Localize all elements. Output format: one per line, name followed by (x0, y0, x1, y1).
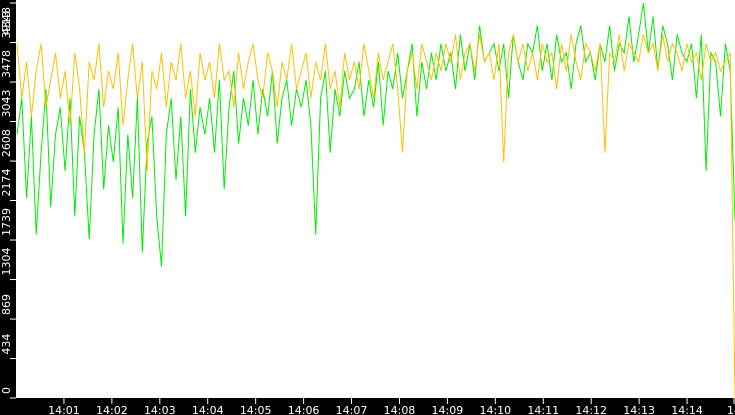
y-tick-label: 434 (0, 334, 13, 355)
x-tick-label: 14:06 (288, 404, 320, 415)
y-tick-label: 1739 (0, 208, 13, 236)
chart: 043486913041739217426083043347839134348 … (0, 0, 735, 415)
y-axis: 043486913041739217426083043347839134348 (0, 2, 16, 399)
x-tick-label: 14:09 (432, 404, 464, 415)
x-tick-label: 14:12 (575, 404, 607, 415)
x-axis: 14:01 14:02 14:03 14:04 14:05 14:06 14:07 14:08… (48, 398, 735, 415)
y-tick-label: 1304 (0, 248, 13, 276)
x-tick-label: 14:03 (144, 404, 176, 415)
x-tick-label: 14:08 (384, 404, 416, 415)
y-tick-label: 3043 (0, 90, 13, 118)
x-tick-label: 14 (727, 404, 735, 415)
y-tick-label: 2608 (0, 129, 13, 157)
x-tick-label: 14:14 (671, 404, 703, 415)
y-tick-label: 0 (0, 387, 13, 394)
x-tick-label: 14:10 (479, 404, 511, 415)
x-tick-label: 14:01 (48, 404, 80, 415)
x-tick-label: 14:04 (192, 404, 224, 415)
x-tick-label: 14:05 (240, 404, 272, 415)
x-tick-label: 14:11 (527, 404, 559, 415)
y-tick-label: 869 (0, 294, 13, 315)
y-tick-label: 3478 (0, 50, 13, 78)
x-tick-label: 14:07 (336, 404, 368, 415)
x-tick-label: 14:13 (623, 404, 655, 415)
y-tick-label: 4348 (0, 7, 13, 35)
y-tick-label: 2174 (0, 169, 13, 197)
plot-area (16, 0, 735, 398)
x-tick-label: 14:02 (96, 404, 128, 415)
